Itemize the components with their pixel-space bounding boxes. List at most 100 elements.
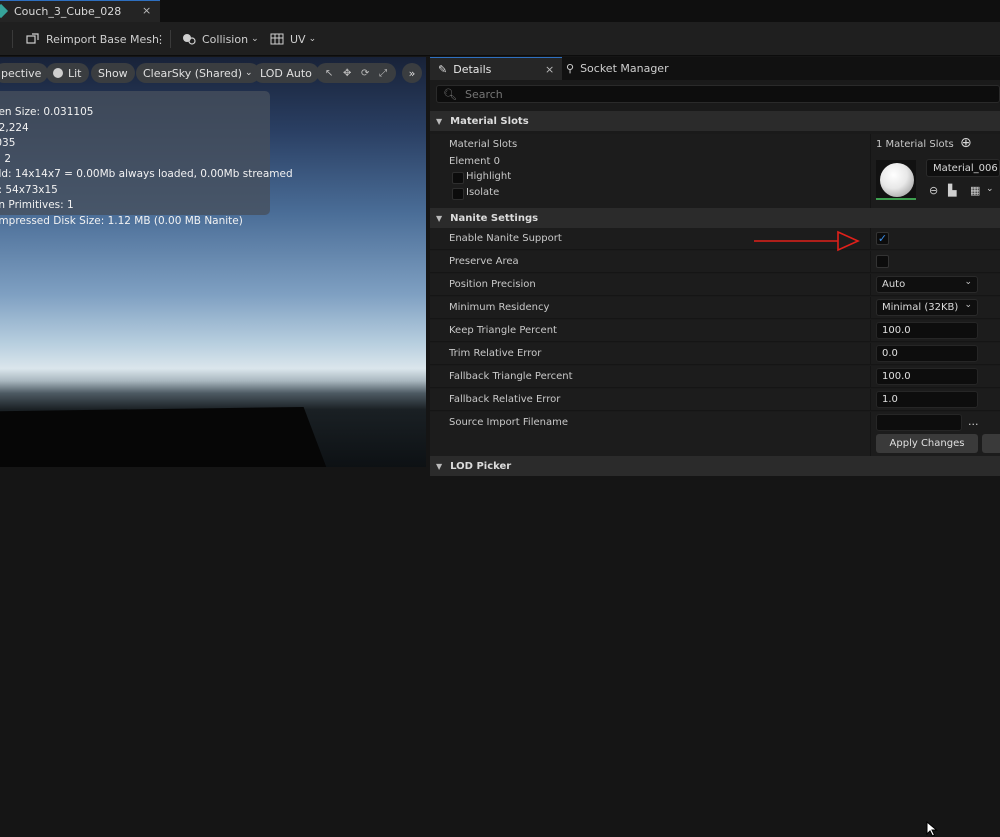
mouse-cursor-icon — [926, 821, 938, 837]
material-slots-area: Material Slots 1 Material Slots ⊕ Elemen… — [430, 134, 1000, 208]
minimum-residency-value: Minimal (32KB) — [882, 302, 959, 313]
reimport-options-button[interactable]: ⋮ — [155, 30, 166, 48]
scale-icon[interactable]: ⤢ — [379, 68, 387, 79]
material-picker[interactable]: Material_006 — [926, 159, 1000, 177]
stat-line: on Primitives: 1 — [0, 199, 74, 211]
row-keep-triangle-percent: Keep Triangle Percent 100.0 — [430, 320, 1000, 342]
show-button[interactable]: Show — [91, 63, 135, 83]
apply-changes-button[interactable]: Apply Changes — [876, 434, 978, 453]
collapse-arrow-icon: ▼ — [436, 461, 443, 471]
browse-folder-icon[interactable]: ▙ — [948, 184, 960, 197]
kebab-icon: ⋮ — [155, 32, 166, 46]
socket-tab-label: Socket Manager — [580, 62, 669, 75]
details-tab-label: Details — [453, 62, 492, 76]
section-lod-picker[interactable]: ▼ LOD Picker — [430, 456, 1000, 476]
add-material-slot-icon[interactable]: ⊕ — [960, 135, 972, 151]
preserve-area-checkbox[interactable] — [876, 255, 889, 268]
uv-grid-icon — [270, 33, 284, 45]
collision-menu-button[interactable]: Collision ⌄ — [182, 30, 259, 48]
reimport-label: Reimport Base Mesh — [46, 32, 159, 46]
asset-tab[interactable]: Couch_3_Cube_028 × — [0, 0, 160, 22]
toolbar-grip — [12, 30, 13, 48]
section-nanite-settings[interactable]: ▼ Nanite Settings — [430, 208, 1000, 228]
section-title: Material Slots — [450, 115, 529, 127]
minimum-residency-label: Minimum Residency — [449, 302, 550, 313]
sky-preview-dropdown[interactable]: ClearSky (Shared) ⌄ — [136, 63, 260, 83]
stat-line: s: 2 — [0, 152, 12, 165]
trim-relative-error-label: Trim Relative Error — [449, 348, 542, 359]
keep-triangle-percent-label: Keep Triangle Percent — [449, 325, 557, 336]
chevron-down-icon: ⌄ — [245, 68, 253, 78]
apply-row: Apply Changes — [430, 432, 1000, 837]
column-divider — [870, 412, 871, 433]
annotation-arrow-icon — [754, 230, 860, 252]
search-input[interactable] — [462, 86, 963, 102]
collapse-arrow-icon: ▼ — [436, 213, 443, 223]
double-chevron-icon: » — [408, 66, 416, 80]
column-divider — [870, 297, 871, 318]
pencil-icon: ✎ — [438, 62, 448, 76]
close-icon[interactable]: × — [545, 63, 554, 76]
perspective-button[interactable]: pective — [0, 63, 49, 83]
transform-tools: ↖ ✥ ⟳ ⤢ — [316, 63, 396, 83]
preserve-area-label: Preserve Area — [449, 256, 519, 267]
position-precision-dropdown[interactable]: Auto ⌄ — [876, 276, 978, 293]
column-divider — [870, 432, 871, 456]
trim-relative-error-field[interactable]: 0.0 — [876, 345, 978, 362]
lit-sphere-icon — [53, 68, 63, 78]
chevron-down-icon[interactable]: ⌄ — [986, 184, 998, 196]
socket-icon: ⚲ — [566, 62, 575, 75]
minimum-residency-dropdown[interactable]: Minimal (32KB) ⌄ — [876, 299, 978, 316]
material-count: 1 Material Slots — [876, 139, 954, 150]
stat-line: eld: 14x14x7 = 0.00Mb always loaded, 0.0… — [0, 168, 293, 180]
lit-label: Lit — [68, 66, 82, 80]
highlight-checkbox[interactable] — [452, 172, 464, 184]
enable-nanite-checkbox[interactable]: ✓ — [876, 232, 889, 245]
column-divider — [870, 274, 871, 295]
toolbar-separator — [170, 30, 171, 48]
tab-details[interactable]: ✎ Details × — [430, 57, 562, 80]
select-icon[interactable]: ↖ — [325, 68, 333, 79]
chevron-down-icon: ⌄ — [251, 34, 259, 44]
lod-dropdown[interactable]: LOD Auto — [253, 63, 319, 83]
material-thumbnail[interactable] — [876, 160, 916, 200]
tab-socket-manager[interactable]: ⚲ Socket Manager — [566, 57, 669, 80]
element-label: Element 0 — [449, 156, 500, 167]
keep-triangle-percent-field[interactable]: 100.0 — [876, 322, 978, 339]
static-mesh-icon — [0, 3, 9, 19]
uv-menu-button[interactable]: UV ⌄ — [270, 30, 316, 48]
perspective-label: pective — [1, 66, 42, 80]
row-fallback-triangle-percent: Fallback Triangle Percent 100.0 — [430, 366, 1000, 388]
row-source-import-filename: Source Import Filename ... — [430, 412, 1000, 434]
column-divider — [870, 228, 871, 249]
fallback-triangle-percent-field[interactable]: 100.0 — [876, 368, 978, 385]
asset-toolbar: Reimport Base Mesh ⋮ Collision ⌄ UV ⌄ — [0, 22, 1000, 56]
section-title: Nanite Settings — [450, 212, 539, 224]
row-preserve-area: Preserve Area — [430, 251, 1000, 273]
fallback-relative-error-field[interactable]: 1.0 — [876, 391, 978, 408]
use-selected-icon[interactable]: ⊖ — [929, 184, 941, 197]
section-material-slots[interactable]: ▼ Material Slots — [430, 111, 1000, 131]
move-icon[interactable]: ✥ — [343, 68, 351, 79]
material-name: Material_006 — [933, 162, 998, 174]
checker-options-icon[interactable]: ▦ — [970, 184, 982, 197]
isolate-checkbox[interactable] — [452, 188, 464, 200]
details-search[interactable]: 🔍︎ — [436, 85, 1000, 103]
close-icon[interactable]: × — [142, 4, 151, 17]
row-fallback-relative-error: Fallback Relative Error 1.0 — [430, 389, 1000, 411]
source-import-filename-label: Source Import Filename — [449, 417, 568, 428]
lit-mode-button[interactable]: Lit — [46, 63, 89, 83]
chevron-down-icon: ⌄ — [964, 300, 972, 310]
ground-plane — [0, 407, 330, 467]
column-divider — [870, 343, 871, 364]
mesh-viewport[interactable]: pective Lit Show ClearSky (Shared) ⌄ LOD … — [0, 57, 426, 467]
chevron-down-icon: ⌄ — [308, 34, 317, 44]
browse-ellipsis-button[interactable]: ... — [968, 415, 979, 428]
viewport-more-button[interactable]: » — [402, 63, 422, 83]
row-trim-relative-error: Trim Relative Error 0.0 — [430, 343, 1000, 365]
rotate-icon[interactable]: ⟳ — [361, 68, 369, 79]
stat-line: .035 — [0, 137, 16, 149]
secondary-button[interactable] — [982, 434, 1000, 453]
reimport-base-mesh-button[interactable]: Reimport Base Mesh — [26, 30, 159, 48]
source-import-filename-field[interactable] — [876, 414, 962, 431]
